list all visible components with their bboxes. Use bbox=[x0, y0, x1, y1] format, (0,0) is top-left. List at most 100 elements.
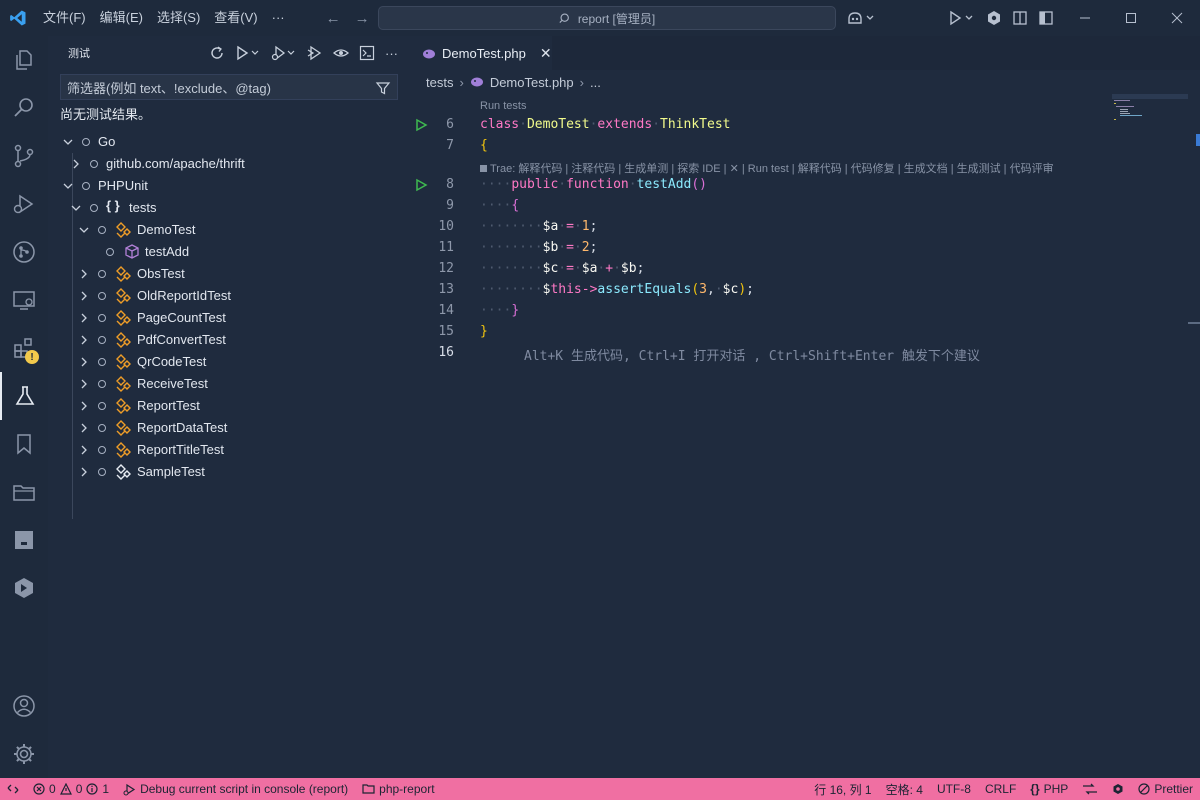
maximize-button[interactable] bbox=[1108, 0, 1154, 36]
extensions-icon[interactable]: ! bbox=[0, 324, 48, 372]
warnings-count: 0 bbox=[75, 782, 83, 796]
tree-item-testadd[interactable]: testAdd bbox=[48, 241, 410, 263]
indentation[interactable]: 空格: 4 bbox=[879, 781, 930, 798]
tree-item-reporttest[interactable]: ReportTest bbox=[48, 395, 410, 417]
testing-icon[interactable] bbox=[0, 372, 48, 420]
chevron-down-icon[interactable] bbox=[62, 136, 74, 148]
show-output-icon[interactable] bbox=[333, 45, 349, 61]
split-editor-icon[interactable] bbox=[1012, 10, 1028, 26]
braces-icon: {} bbox=[1030, 782, 1040, 796]
chevron-right-icon[interactable] bbox=[78, 422, 90, 434]
prettier-status[interactable]: Prettier bbox=[1131, 782, 1200, 796]
debug-all-tests-icon[interactable] bbox=[271, 45, 297, 61]
tree-item-obstest[interactable]: ObsTest bbox=[48, 263, 410, 285]
back-arrow-icon[interactable]: ← bbox=[326, 10, 341, 27]
chevron-right-icon[interactable] bbox=[78, 356, 90, 368]
search-view-icon[interactable] bbox=[0, 84, 48, 132]
sync-status[interactable] bbox=[1075, 783, 1105, 795]
remote-explorer-icon[interactable] bbox=[0, 276, 48, 324]
tree-item-pdfconverttest[interactable]: PdfConvertTest bbox=[48, 329, 410, 351]
breadcrumb-folder[interactable]: tests bbox=[426, 75, 453, 90]
chevron-down-icon[interactable] bbox=[78, 224, 90, 236]
tree-item-thrift[interactable]: github.com/apache/thrift bbox=[48, 153, 410, 175]
git-graph-icon[interactable] bbox=[0, 228, 48, 276]
tree-item-qrcodetest[interactable]: QrCodeTest bbox=[48, 351, 410, 373]
folder-status[interactable]: php-report bbox=[355, 782, 441, 796]
settings-gear-icon[interactable] bbox=[0, 730, 48, 778]
code-line-14: 14 ····} bbox=[410, 301, 1110, 322]
extension-cube-icon[interactable] bbox=[986, 10, 1002, 26]
menu-view[interactable]: 查看(V) bbox=[207, 0, 264, 36]
test-filter-input[interactable]: 筛选器(例如 text、!exclude、@tag) bbox=[60, 74, 398, 100]
breadcrumb-symbol[interactable]: ... bbox=[590, 75, 601, 90]
class-icon bbox=[116, 310, 131, 326]
chevron-right-icon[interactable] bbox=[78, 378, 90, 390]
chevron-right-icon[interactable] bbox=[78, 334, 90, 346]
chevron-right-icon[interactable] bbox=[78, 268, 90, 280]
chevron-right-icon[interactable] bbox=[78, 290, 90, 302]
window-controls bbox=[1062, 0, 1200, 36]
chevron-down-icon[interactable] bbox=[62, 180, 74, 192]
filter-funnel-icon[interactable] bbox=[375, 80, 391, 96]
forward-arrow-icon[interactable]: → bbox=[355, 10, 370, 27]
debug-status[interactable]: Debug current script in console (report) bbox=[116, 782, 355, 796]
tree-item-sampletest[interactable]: SampleTest bbox=[48, 461, 410, 483]
close-window-button[interactable] bbox=[1154, 0, 1200, 36]
menu-more[interactable]: ··· bbox=[265, 0, 292, 36]
tree-item-reporttitletest[interactable]: ReportTitleTest bbox=[48, 439, 410, 461]
run-tests-codelens[interactable]: Run tests bbox=[480, 100, 526, 112]
more-actions-icon[interactable]: ··· bbox=[385, 46, 398, 61]
editor-scrollbar[interactable] bbox=[1188, 94, 1200, 778]
minimap[interactable] bbox=[1112, 94, 1188, 122]
chevron-down-icon[interactable] bbox=[70, 202, 82, 214]
prohibited-icon bbox=[1138, 783, 1150, 795]
chevron-right-icon[interactable] bbox=[78, 400, 90, 412]
copilot-icon[interactable] bbox=[846, 10, 876, 26]
run-test-gutter-icon[interactable] bbox=[414, 118, 428, 132]
encoding[interactable]: UTF-8 bbox=[930, 782, 978, 796]
close-icon[interactable]: ✕ bbox=[540, 45, 552, 62]
menu-edit[interactable]: 编辑(E) bbox=[93, 0, 150, 36]
run-debug-icon[interactable] bbox=[0, 180, 48, 228]
minimize-button[interactable] bbox=[1062, 0, 1108, 36]
chevron-right-icon[interactable] bbox=[70, 158, 82, 170]
tree-item-reportdatatest[interactable]: ReportDataTest bbox=[48, 417, 410, 439]
tree-item-pagecounttest[interactable]: PageCountTest bbox=[48, 307, 410, 329]
menu-selection[interactable]: 选择(S) bbox=[150, 0, 207, 36]
terminal-icon[interactable] bbox=[359, 45, 375, 61]
problems-status[interactable]: 0 0 1 bbox=[26, 782, 116, 796]
remote-indicator[interactable] bbox=[0, 783, 26, 795]
run-all-tests-icon[interactable] bbox=[235, 45, 261, 61]
project-manager-icon[interactable] bbox=[0, 468, 48, 516]
refresh-tests-icon[interactable] bbox=[209, 45, 225, 61]
chevron-right-icon[interactable] bbox=[78, 444, 90, 456]
menu-file[interactable]: 文件(F) bbox=[36, 0, 93, 36]
account-icon[interactable] bbox=[0, 682, 48, 730]
command-center-search[interactable]: report [管理员] bbox=[378, 6, 836, 30]
end-of-line[interactable]: CRLF bbox=[978, 782, 1023, 796]
tree-item-tests-namespace[interactable]: { } tests bbox=[48, 197, 410, 219]
tab-demotest[interactable]: DemoTest.php ✕ bbox=[410, 36, 552, 70]
breadcrumb-file[interactable]: DemoTest.php bbox=[490, 75, 574, 90]
extension-status[interactable] bbox=[1105, 783, 1131, 795]
chevron-right-icon[interactable] bbox=[78, 466, 90, 478]
source-control-icon[interactable] bbox=[0, 132, 48, 180]
tree-item-receivetest[interactable]: ReceiveTest bbox=[48, 373, 410, 395]
cursor-position[interactable]: 行 16, 列 1 bbox=[807, 781, 878, 798]
trae-codelens[interactable]: Trae: 解释代码 | 注释代码 | 生成单测 | 探索 IDE | ✕ | … bbox=[480, 160, 1054, 176]
explorer-icon[interactable] bbox=[0, 36, 48, 84]
tree-item-oldreportidtest[interactable]: OldReportIdTest bbox=[48, 285, 410, 307]
run-icon[interactable] bbox=[948, 10, 976, 26]
code-editor[interactable]: Run tests 6 class·DemoTest·extends·Think… bbox=[410, 94, 1200, 778]
layout-icon[interactable] bbox=[1038, 10, 1054, 26]
tree-item-go[interactable]: Go bbox=[48, 131, 410, 153]
tree-item-phpunit[interactable]: PHPUnit bbox=[48, 175, 410, 197]
language-mode[interactable]: {} PHP bbox=[1023, 782, 1075, 796]
run-coverage-icon[interactable] bbox=[307, 45, 323, 61]
panel-icon[interactable] bbox=[0, 516, 48, 564]
chevron-right-icon[interactable] bbox=[78, 312, 90, 324]
tree-item-demotest[interactable]: DemoTest bbox=[48, 219, 410, 241]
trae-icon[interactable] bbox=[0, 564, 48, 612]
bookmarks-icon[interactable] bbox=[0, 420, 48, 468]
run-test-gutter-icon[interactable] bbox=[414, 178, 428, 192]
